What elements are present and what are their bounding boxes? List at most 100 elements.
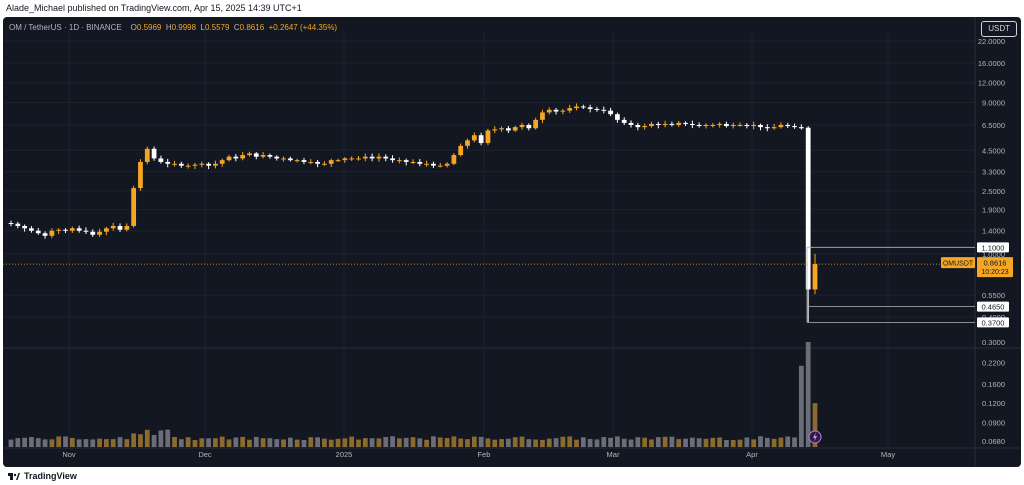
candle-up [226,156,232,161]
volume-bar [165,429,171,447]
candle-up [812,264,818,290]
volume-bar [342,438,348,447]
candle-down [90,231,96,235]
candle-up [172,163,177,165]
candle-down [369,156,375,159]
candle-down [798,127,804,129]
candle-up [560,110,566,112]
candle-down [15,223,21,226]
candle-up [213,163,218,166]
candle-up [737,124,743,126]
volume-bar [158,430,164,447]
volume-bar [49,439,55,447]
y-tick-label: 22.0000 [978,37,1005,46]
volume-bar [417,438,423,447]
candle-up [342,158,348,161]
volume-bar [628,439,634,447]
volume-bar [138,434,143,447]
volume-bar [594,439,600,447]
candle-up [260,155,266,157]
tradingview-brand: TradingView [24,471,77,481]
candle-down [117,225,123,230]
volume-tick-label: 0.0680 [982,437,1005,446]
candle-down [758,124,763,128]
volume-bar [492,439,498,447]
tradingview-logo-icon [8,473,20,480]
candle-down [267,155,273,157]
candle-up [471,135,477,141]
volume-bar [90,439,96,447]
candle-up [335,160,341,162]
volume-bar [608,437,613,447]
candle-up [458,145,464,156]
volume-bar [458,438,464,447]
y-tick-label: 3.3000 [982,168,1005,177]
candle-up [219,160,225,164]
candles [8,103,818,323]
y-tick-label: 2.5000 [982,187,1005,196]
price-chart[interactable]: 22.0000 16.0000 12.0000 9.0000 6.5000 4.5000 3… [3,17,1021,467]
volume-bar [274,439,280,447]
volume-bar [669,436,675,447]
volume-bar [519,436,525,447]
volume-tick-label: 0.1200 [982,399,1005,408]
candle-up [465,140,470,146]
volume-bar [369,438,375,447]
candle-down [601,109,607,111]
volume-bar [553,438,559,447]
volume-bar [396,438,402,447]
candle-down [580,106,586,108]
volume-bar [35,438,41,447]
volume-bar [267,438,273,447]
volume-bar [104,439,109,447]
candle-up [499,128,504,130]
volume-tick-label: 0.1600 [982,380,1005,389]
legend-symbol[interactable]: OM / TetherUS · 1D · BINANCE [9,23,122,32]
candle-up [642,126,648,128]
volume-bar [144,429,150,447]
x-tick-label: Feb [478,450,491,459]
volume-bar [580,437,586,447]
volume-bar [356,439,361,447]
candle-up [322,163,327,165]
candle-up [396,160,402,162]
candle-down [287,158,293,161]
volume-bar [526,439,532,447]
candle-up [356,158,361,160]
level-label: 1.1000 [982,243,1005,252]
volume-bar [506,438,511,447]
volume-bar [478,436,484,447]
candle-up [144,148,150,162]
candle-up [49,230,55,236]
candle-up [110,225,116,229]
currency-button[interactable]: USDT [981,21,1017,37]
volume-bar [131,433,137,447]
candle-up [97,231,102,235]
candle-up [131,188,137,226]
candle-up [710,124,716,126]
candle-down [253,153,259,157]
volume-bar [76,439,82,447]
volume-bar [97,438,102,447]
candle-down [8,223,14,225]
tradingview-logo[interactable]: TradingView [8,469,77,483]
volume-bar [615,436,620,447]
price-tag-value: 0.8616 [984,259,1007,268]
candle-down [553,109,559,112]
volume-bar [744,437,750,447]
volume-bar [328,439,334,447]
volume-bar [485,438,491,447]
y-tick-label: 1.9000 [982,206,1005,215]
candle-up [485,130,491,144]
chart-panel[interactable]: 22.0000 16.0000 12.0000 9.0000 6.5000 4.5000 3… [3,17,1021,467]
volume-bar [676,439,682,447]
y-tick-label: 16.0000 [978,59,1005,68]
footer-bar: TradingView [0,467,1024,485]
candle-down [655,123,661,125]
candle-down [233,156,239,159]
candle-down [621,119,627,123]
event-marker[interactable] [808,430,822,444]
volume-bar [546,438,552,447]
volume-bar [465,439,470,447]
candle-up [533,119,539,129]
